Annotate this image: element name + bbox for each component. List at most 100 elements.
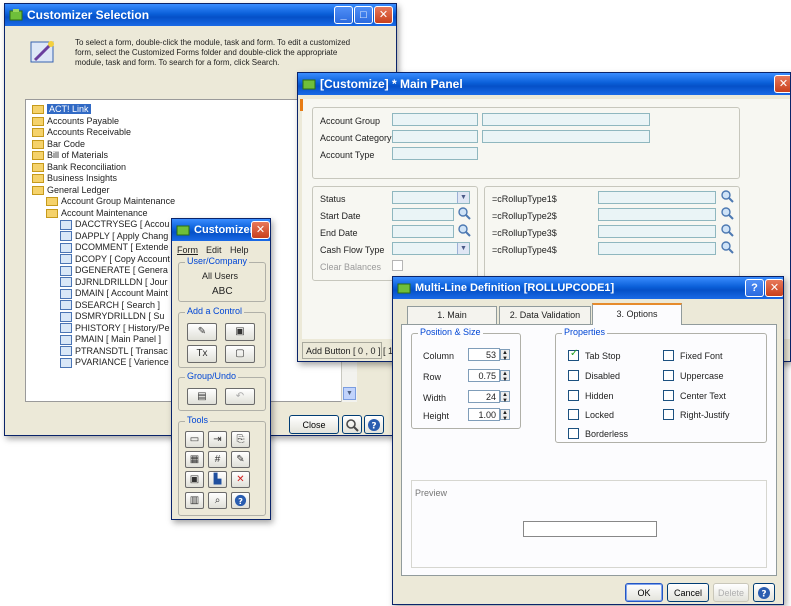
locked-checkbox[interactable] — [568, 409, 579, 420]
tree-folder-item[interactable]: Account Group Maintenance — [46, 196, 175, 207]
help-title-button[interactable]: ? — [745, 279, 764, 297]
search-icon[interactable] — [720, 189, 734, 203]
fixed-font-checkbox[interactable] — [663, 350, 674, 361]
account-type-field[interactable] — [392, 147, 478, 160]
customizer-toolbox-titlebar[interactable]: Customizer ✕ — [172, 219, 270, 241]
tool-help-button[interactable]: ? — [231, 492, 250, 509]
maximize-button[interactable]: □ — [354, 6, 373, 24]
tree-form-item[interactable]: DGENERATE [ Genera — [60, 265, 168, 276]
tree-form-item[interactable]: PTRANSDTL [ Transac — [60, 346, 168, 357]
tree-folder-item[interactable]: Bank Reconciliation — [32, 162, 126, 173]
tree-form-item[interactable]: DMAIN [ Account Maint — [60, 288, 168, 299]
undo-button[interactable]: ↶ — [225, 388, 255, 405]
tree-folder-item[interactable]: Accounts Receivable — [32, 127, 131, 138]
close-window-button[interactable]: ✕ — [774, 75, 790, 93]
rollup-type4-field[interactable] — [598, 242, 716, 255]
close-window-button[interactable]: ✕ — [765, 279, 783, 297]
tool-copy-button[interactable]: ⎘ — [231, 431, 250, 448]
center-text-checkbox[interactable] — [663, 390, 674, 401]
close-window-button[interactable]: ✕ — [251, 221, 270, 239]
tool-search-button[interactable]: ⌕ — [208, 492, 227, 509]
row-stepper[interactable]: ▲ ▼ — [500, 370, 510, 383]
right-justify-checkbox[interactable] — [663, 409, 674, 420]
tool-grid-button[interactable]: # — [208, 451, 227, 468]
tree-form-item[interactable]: DAPPLY [ Apply Chang — [60, 231, 168, 242]
search-icon[interactable] — [457, 206, 471, 220]
menu-edit[interactable]: Edit — [206, 245, 222, 255]
row-input[interactable]: 0.75 ▲ ▼ — [468, 369, 510, 383]
group-button[interactable]: ▤ — [187, 388, 217, 405]
ok-button[interactable]: OK — [625, 583, 663, 602]
width-stepper[interactable]: ▲ ▼ — [500, 391, 510, 404]
add-field-button[interactable]: ✎ — [187, 323, 217, 341]
tree-folder-item[interactable]: ACT! Link — [32, 104, 91, 115]
tree-form-item[interactable]: DJRNLDRILLDN [ Jour — [60, 277, 168, 288]
tree-form-item[interactable]: DCOMMENT [ Extende — [60, 242, 168, 253]
tree-form-item[interactable]: PMAIN [ Main Panel ] — [60, 334, 161, 345]
cancel-button[interactable]: Cancel — [667, 583, 709, 602]
tree-form-item[interactable]: PVARIANCE [ Varience — [60, 357, 169, 368]
tree-form-item[interactable]: DCOPY [ Copy Account — [60, 254, 170, 265]
account-category-field[interactable] — [392, 130, 478, 143]
cash-flow-type-dropdown[interactable]: ▼ — [392, 242, 470, 255]
tool-edit-button[interactable]: ✎ — [231, 451, 250, 468]
tab-stop-checkbox[interactable] — [568, 348, 579, 361]
rollup-type2-field[interactable] — [598, 208, 716, 221]
uppercase-checkbox[interactable] — [663, 370, 674, 381]
scroll-down-arrow-icon[interactable]: ▼ — [343, 387, 356, 400]
column-input[interactable]: 53 ▲ ▼ — [468, 348, 510, 362]
tool-save-button[interactable]: ▙ — [208, 471, 227, 488]
main-panel-titlebar[interactable]: [Customize] * Main Panel ✕ — [298, 73, 790, 95]
rollup-type3-field[interactable] — [598, 225, 716, 238]
close-window-button[interactable]: ✕ — [374, 6, 393, 24]
tool-delete-button[interactable]: ✕ — [231, 471, 250, 488]
menu-help[interactable]: Help — [230, 245, 249, 255]
tree-form-item[interactable]: PHISTORY [ History/Pe — [60, 323, 170, 334]
tree-folder-item[interactable]: Bill of Materials — [32, 150, 108, 161]
tool-align-button[interactable]: ▦ — [185, 451, 204, 468]
height-input[interactable]: 1.00 ▲ ▼ — [468, 408, 510, 422]
search-icon[interactable] — [457, 223, 471, 237]
tool-properties-button[interactable]: ▭ — [185, 431, 204, 448]
help-button[interactable]: ? — [364, 415, 384, 434]
column-stepper[interactable]: ▲ ▼ — [500, 349, 510, 362]
clear-balances-checkbox[interactable] — [392, 260, 403, 271]
end-date-field[interactable] — [392, 225, 454, 238]
start-date-field[interactable] — [392, 208, 454, 221]
account-category-desc-field[interactable] — [482, 130, 650, 143]
search-button[interactable] — [342, 415, 362, 434]
tool-tab-order-button[interactable]: ⇥ — [208, 431, 227, 448]
help-button[interactable]: ? — [753, 583, 775, 602]
tree-form-item[interactable]: DACCTRYSEG [ Accou — [60, 219, 169, 230]
add-box-button[interactable]: ▢ — [225, 345, 255, 363]
width-input[interactable]: 24 ▲ ▼ — [468, 390, 510, 404]
minimize-button[interactable]: _ — [334, 6, 353, 24]
account-group-desc-field[interactable] — [482, 113, 650, 126]
customizer-selection-titlebar[interactable]: Customizer Selection _ □ ✕ — [5, 4, 396, 26]
tree-folder-item[interactable]: General Ledger — [32, 185, 110, 196]
close-button[interactable]: Close — [289, 415, 339, 434]
tab-data-validation[interactable]: 2. Data Validation — [499, 306, 591, 324]
status-dropdown[interactable]: ▼ — [392, 191, 470, 204]
height-stepper[interactable]: ▲ ▼ — [500, 409, 510, 422]
tab-options[interactable]: 3. Options — [592, 303, 682, 325]
tree-form-item[interactable]: DSMRYDRILLDN [ Su — [60, 311, 164, 322]
tool-panel-button[interactable]: ▣ — [185, 471, 204, 488]
tool-script-button[interactable]: ▥ — [185, 492, 204, 509]
borderless-checkbox[interactable] — [568, 428, 579, 439]
rollup-type1-field[interactable] — [598, 191, 716, 204]
menu-form[interactable]: Form — [177, 245, 198, 255]
tree-folder-item[interactable]: Bar Code — [32, 139, 85, 150]
tree-form-item[interactable]: DSEARCH [ Search ] — [60, 300, 160, 311]
tree-folder-item[interactable]: Accounts Payable — [32, 116, 119, 127]
search-icon[interactable] — [720, 223, 734, 237]
account-group-field[interactable] — [392, 113, 478, 126]
tab-main[interactable]: 1. Main — [407, 306, 497, 324]
tree-folder-item[interactable]: Account Maintenance — [46, 208, 148, 219]
tree-folder-item[interactable]: Business Insights — [32, 173, 117, 184]
search-icon[interactable] — [720, 206, 734, 220]
add-button-button[interactable]: ▣ — [225, 323, 255, 341]
add-text-button[interactable]: Tx — [187, 345, 217, 363]
hidden-checkbox[interactable] — [568, 390, 579, 401]
multi-line-titlebar[interactable]: Multi-Line Definition [ROLLUPCODE1] ? ✕ — [393, 277, 783, 299]
